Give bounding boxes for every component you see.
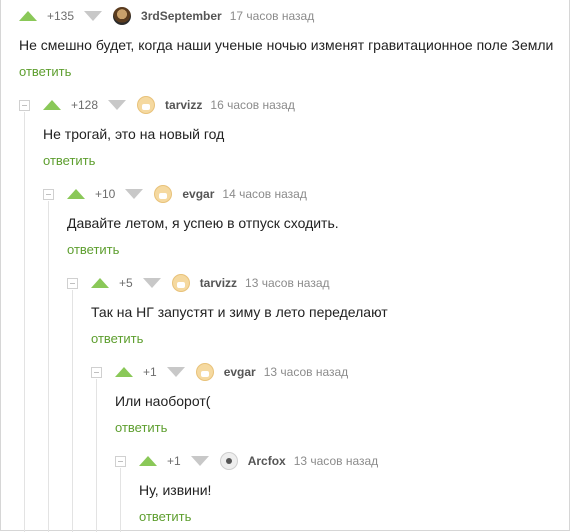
avatar[interactable] <box>195 363 214 381</box>
comment-time[interactable]: 16 часов назад <box>210 98 294 112</box>
comment-author[interactable]: tarvizz <box>200 276 237 290</box>
upvote-icon[interactable] <box>19 11 37 21</box>
downvote-icon[interactable] <box>125 189 144 199</box>
upvote-icon[interactable] <box>43 100 61 110</box>
downvote-icon[interactable] <box>166 367 185 377</box>
comment-time[interactable]: 14 часов назад <box>222 187 306 201</box>
thread-line <box>72 290 73 532</box>
avatar[interactable] <box>137 96 156 114</box>
reply-link[interactable]: ответить <box>43 153 95 168</box>
comment-time[interactable]: 17 часов назад <box>230 9 314 23</box>
comment-author[interactable]: evgar <box>182 187 214 201</box>
comment-text: Ну, извини! <box>139 482 212 498</box>
collapse-icon[interactable] <box>19 100 30 111</box>
thread-line <box>48 201 49 532</box>
upvote-icon[interactable] <box>67 189 85 199</box>
comment-author[interactable]: tarvizz <box>165 98 202 112</box>
avatar[interactable] <box>171 274 190 292</box>
comment-author[interactable]: 3rdSeptember <box>141 9 222 23</box>
comment-time[interactable]: 13 часов назад <box>294 454 378 468</box>
downvote-icon[interactable] <box>84 11 103 21</box>
comment-text: Не трогай, это на новый год <box>43 126 225 142</box>
comment-author[interactable]: Arcfox <box>248 454 286 468</box>
upvote-icon[interactable] <box>115 367 133 377</box>
collapse-icon[interactable] <box>115 456 126 467</box>
reply-link[interactable]: ответить <box>115 420 167 435</box>
thread-line <box>120 468 121 532</box>
comment-text: Так на НГ запустят и зиму в лето передел… <box>91 304 388 320</box>
comment-author[interactable]: evgar <box>224 365 256 379</box>
downvote-icon[interactable] <box>142 278 161 288</box>
comment-rating: +1 <box>143 365 157 379</box>
upvote-icon[interactable] <box>91 278 109 288</box>
collapse-icon[interactable] <box>91 367 102 378</box>
comment-rating: +135 <box>47 9 75 23</box>
downvote-icon[interactable] <box>108 100 127 110</box>
comment-time[interactable]: 13 часов назад <box>264 365 348 379</box>
collapse-icon[interactable] <box>67 278 78 289</box>
upvote-icon[interactable] <box>139 456 157 466</box>
comment-text: Не смешно будет, когда наши ученые ночью… <box>19 37 554 53</box>
avatar[interactable] <box>154 185 173 203</box>
thread-line <box>24 112 25 532</box>
comment-text: Или наоборот( <box>115 393 211 409</box>
comment-time[interactable]: 13 часов назад <box>245 276 329 290</box>
thread-line <box>96 379 97 532</box>
reply-link[interactable]: ответить <box>91 331 143 346</box>
reply-link[interactable]: ответить <box>67 242 119 257</box>
downvote-icon[interactable] <box>190 456 209 466</box>
comment-rating: +1 <box>167 454 181 468</box>
comment-rating: +128 <box>71 98 99 112</box>
avatar[interactable] <box>113 7 132 25</box>
avatar[interactable] <box>219 452 238 470</box>
comment-rating: +10 <box>95 187 116 201</box>
reply-link[interactable]: ответить <box>19 64 71 79</box>
collapse-icon[interactable] <box>43 189 54 200</box>
reply-link[interactable]: ответить <box>139 509 191 524</box>
comment-text: Давайте летом, я успею в отпуск сходить. <box>67 215 339 231</box>
comment-rating: +5 <box>119 276 133 290</box>
